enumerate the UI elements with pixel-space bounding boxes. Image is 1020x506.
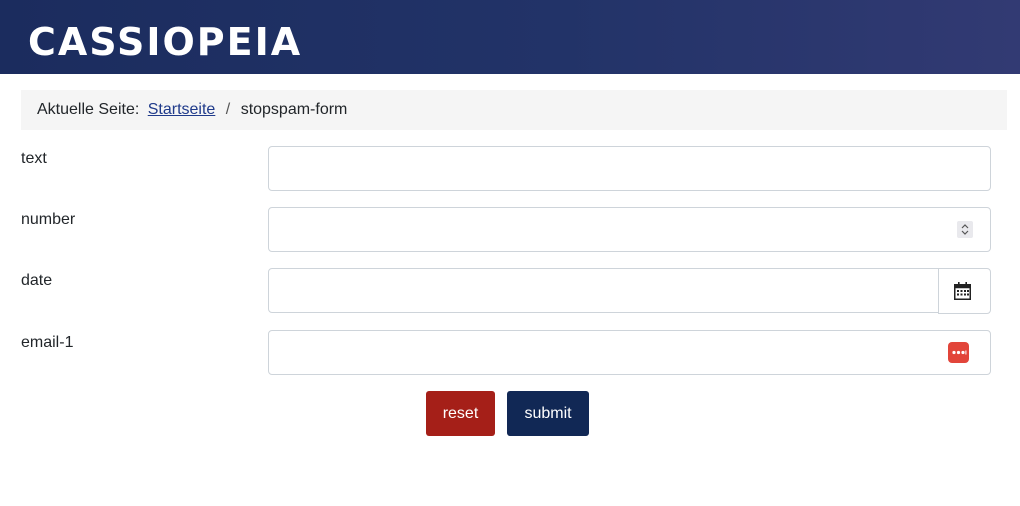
date-field-wrapper (268, 268, 939, 313)
text-input[interactable] (269, 147, 990, 190)
breadcrumb: Aktuelle Seite: Startseite / stopspam-fo… (21, 90, 1007, 130)
number-label: number (21, 211, 76, 228)
breadcrumb-separator: / (225, 101, 231, 118)
site-header: CASSIOPEIA (0, 0, 1020, 74)
calendar-icon (954, 282, 971, 300)
date-label: date (21, 272, 53, 289)
email-field-wrapper (268, 330, 991, 375)
email-input[interactable] (269, 331, 990, 374)
email-label: email-1 (21, 334, 74, 351)
breadcrumb-current: stopspam-form (240, 101, 348, 118)
breadcrumb-home-link[interactable]: Startseite (148, 101, 216, 118)
reset-button[interactable]: reset (426, 391, 495, 436)
date-input[interactable] (269, 269, 938, 312)
site-brand[interactable]: CASSIOPEIA (28, 19, 302, 65)
number-field-wrapper (268, 207, 991, 252)
spinner-icon[interactable] (957, 221, 973, 238)
breadcrumb-prefix: Aktuelle Seite: (37, 101, 140, 118)
password-manager-icon[interactable] (948, 342, 969, 363)
calendar-button[interactable] (938, 268, 991, 314)
submit-button[interactable]: submit (507, 391, 589, 436)
number-input[interactable] (269, 208, 990, 251)
text-label: text (21, 150, 47, 167)
text-field-wrapper (268, 146, 991, 191)
